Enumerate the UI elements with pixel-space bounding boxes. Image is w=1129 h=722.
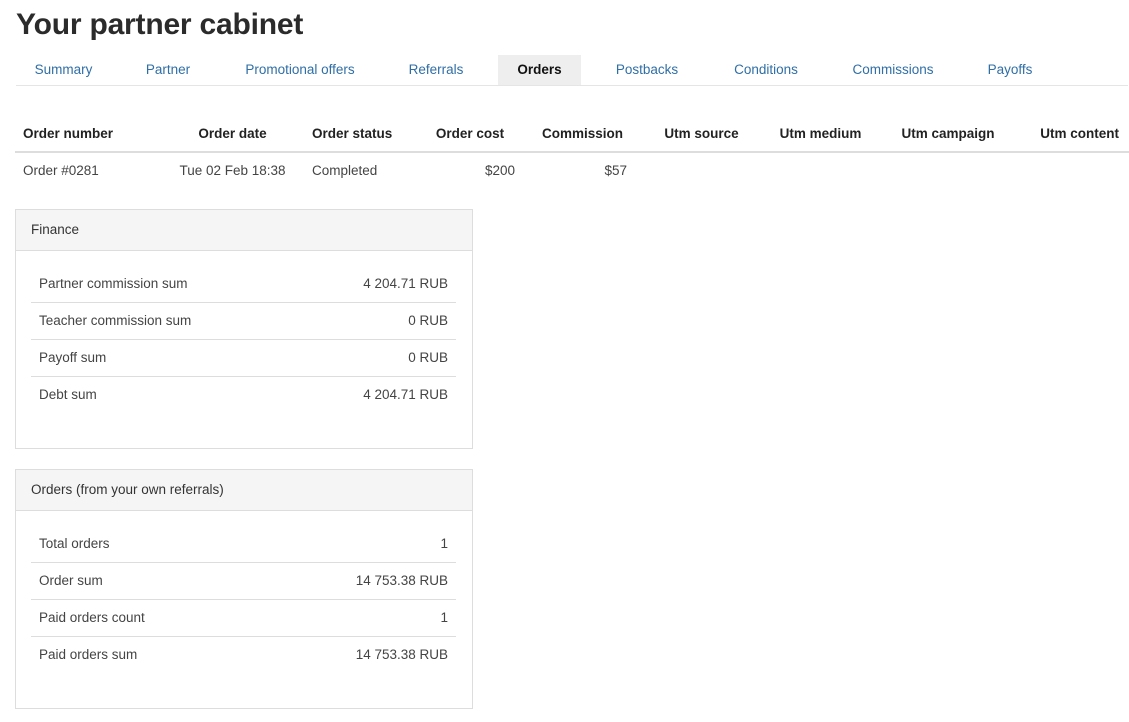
referral-value: 14 753.38 RUB (255, 635, 456, 673)
referral-label: Paid orders sum (31, 635, 256, 673)
page-title: Your partner cabinet (16, 8, 304, 41)
referral-value: 1 (440, 535, 448, 551)
order-utm-medium (763, 152, 878, 188)
col-order-date[interactable]: Order date (160, 116, 305, 153)
referral-orders-panel: Orders (from your own referrals) Total o… (15, 469, 473, 709)
finance-row-partner-commission: Partner commission sum 4 204.71 RUB (31, 265, 456, 302)
finance-value: 4 204.71 RUB (363, 275, 448, 291)
col-utm-medium[interactable]: Utm medium (763, 116, 878, 153)
referral-value: 14 753.38 RUB (255, 561, 456, 599)
finance-table: Partner commission sum 4 204.71 RUB Teac… (31, 265, 456, 413)
order-utm-content (1018, 152, 1129, 188)
order-status: Completed (312, 163, 378, 178)
tab-referrals[interactable]: Referrals (392, 55, 480, 85)
orders-table: Order number Order date Order status Ord… (15, 116, 1129, 188)
order-date: Tue 02 Feb 18:38 (179, 163, 286, 178)
tab-partner[interactable]: Partner (118, 55, 218, 85)
finance-row-teacher-commission: Teacher commission sum 0 RUB (31, 301, 456, 339)
col-order-cost[interactable]: Order cost (415, 116, 525, 153)
col-utm-source[interactable]: Utm source (640, 116, 763, 153)
finance-row-debt: Debt sum 4 204.71 RUB (31, 375, 456, 413)
tab-summary[interactable]: Summary (16, 55, 111, 85)
table-row[interactable]: Order #0281 Tue 02 Feb 18:38 Completed $… (15, 152, 1129, 188)
referral-row-paid-orders-sum: Paid orders sum 14 753.38 RUB (31, 635, 456, 673)
finance-label: Debt sum (31, 375, 297, 413)
col-commission[interactable]: Commission (525, 116, 640, 153)
finance-value: 0 RUB (296, 301, 456, 339)
finance-label: Partner commission sum (39, 275, 188, 291)
finance-row-payoff: Payoff sum 0 RUB (31, 338, 456, 376)
col-utm-campaign[interactable]: Utm campaign (878, 116, 1018, 153)
referral-row-paid-orders-count: Paid orders count 1 (31, 598, 456, 636)
order-number: Order #0281 (23, 163, 99, 178)
tab-postbacks[interactable]: Postbacks (598, 55, 696, 85)
referral-label: Total orders (39, 535, 110, 551)
order-cost: $200 (484, 163, 515, 178)
referral-label: Paid orders count (31, 598, 256, 636)
referral-orders-table: Total orders 1 Order sum 14 753.38 RUB P… (31, 525, 456, 673)
order-utm-campaign (878, 152, 1018, 188)
order-utm-source (640, 152, 763, 188)
col-order-status[interactable]: Order status (305, 116, 415, 153)
referral-row-order-sum: Order sum 14 753.38 RUB (31, 561, 456, 599)
table-header-row: Order number Order date Order status Ord… (15, 116, 1129, 153)
finance-panel: Finance Partner commission sum 4 204.71 … (15, 209, 473, 449)
tab-orders[interactable]: Orders (498, 55, 581, 85)
referral-label: Order sum (31, 561, 256, 599)
col-utm-content[interactable]: Utm content (1018, 116, 1129, 153)
order-commission: $57 (604, 163, 627, 178)
tab-bar: Summary Partner Promotional offers Refer… (16, 55, 1128, 86)
finance-value: 0 RUB (296, 338, 456, 376)
finance-label: Payoff sum (31, 338, 297, 376)
tab-payoffs[interactable]: Payoffs (968, 55, 1052, 85)
referral-value: 1 (255, 598, 456, 636)
referral-orders-panel-title: Orders (from your own referrals) (16, 470, 472, 511)
col-order-number[interactable]: Order number (15, 116, 160, 153)
tab-commissions[interactable]: Commissions (836, 55, 950, 85)
finance-panel-title: Finance (16, 210, 472, 251)
finance-value: 4 204.71 RUB (296, 375, 456, 413)
tab-promotional-offers[interactable]: Promotional offers (226, 55, 374, 85)
finance-label: Teacher commission sum (31, 301, 297, 339)
tab-conditions[interactable]: Conditions (715, 55, 817, 85)
referral-row-total-orders: Total orders 1 (31, 525, 456, 562)
